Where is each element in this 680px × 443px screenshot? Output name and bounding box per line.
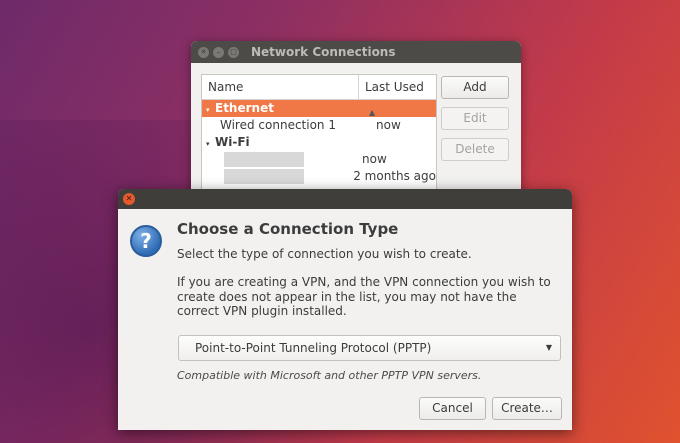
dialog-heading: Choose a Connection Type xyxy=(177,220,399,238)
network-window-buttons: Add Edit Delete xyxy=(441,76,509,169)
desktop-background: ✕ – □ Network Connections Name Last Used… xyxy=(0,0,680,443)
choose-connection-type-dialog: ✕ ? Choose a Connection Type Select the … xyxy=(118,189,572,430)
close-icon[interactable]: ✕ xyxy=(198,46,209,58)
last-used-cell: now xyxy=(376,118,401,132)
list-group-wifi[interactable]: ▾ Wi-Fi xyxy=(202,134,436,151)
delete-button[interactable]: Delete xyxy=(441,138,509,161)
list-item[interactable]: Wired connection 1 now xyxy=(202,117,436,134)
close-icon[interactable]: ✕ xyxy=(123,193,135,205)
column-header-last-used[interactable]: Last Used ▲ xyxy=(359,75,436,117)
edit-button[interactable]: Edit xyxy=(441,107,509,130)
redacted-name xyxy=(224,152,304,167)
dialog-info-text: If you are creating a VPN, and the VPN c… xyxy=(177,275,551,318)
list-header: Name Last Used ▲ xyxy=(202,75,436,117)
column-header-last-used-label: Last Used xyxy=(365,80,424,94)
cancel-button[interactable]: Cancel xyxy=(419,397,486,420)
last-used-cell: now xyxy=(362,152,387,166)
group-label: Ethernet xyxy=(215,101,274,115)
list-item[interactable]: now xyxy=(202,151,436,168)
window-title: Network Connections xyxy=(251,45,396,59)
network-window-titlebar: ✕ – □ Network Connections xyxy=(191,41,521,63)
chevron-down-icon: ▼ xyxy=(545,343,552,352)
connection-name: Wired connection 1 xyxy=(220,118,336,132)
last-used-cell: 2 months ago xyxy=(353,169,436,183)
add-button[interactable]: Add xyxy=(441,76,509,99)
question-icon: ? xyxy=(130,225,162,257)
group-label: Wi-Fi xyxy=(215,135,250,149)
list-item[interactable]: 2 months ago xyxy=(202,168,436,185)
dialog-titlebar: ✕ xyxy=(118,189,572,209)
network-connections-window: ✕ – □ Network Connections Name Last Used… xyxy=(191,41,521,211)
last-used-cell xyxy=(358,100,436,117)
create-button[interactable]: Create… xyxy=(492,397,562,420)
last-used-cell xyxy=(358,134,436,151)
redacted-name xyxy=(224,169,304,184)
dialog-intro-text: Select the type of connection you wish t… xyxy=(177,247,472,261)
column-header-name-label: Name xyxy=(208,80,244,94)
compatibility-note: Compatible with Microsoft and other PPTP… xyxy=(177,369,482,382)
connection-type-select[interactable]: Point-to-Point Tunneling Protocol (PPTP)… xyxy=(178,335,561,361)
minimize-icon[interactable]: – xyxy=(213,46,224,58)
list-group-ethernet[interactable]: ▾ Ethernet xyxy=(202,100,436,117)
connection-type-value: Point-to-Point Tunneling Protocol (PPTP) xyxy=(195,341,432,355)
maximize-icon[interactable]: □ xyxy=(228,46,239,58)
column-header-name[interactable]: Name xyxy=(202,75,359,99)
